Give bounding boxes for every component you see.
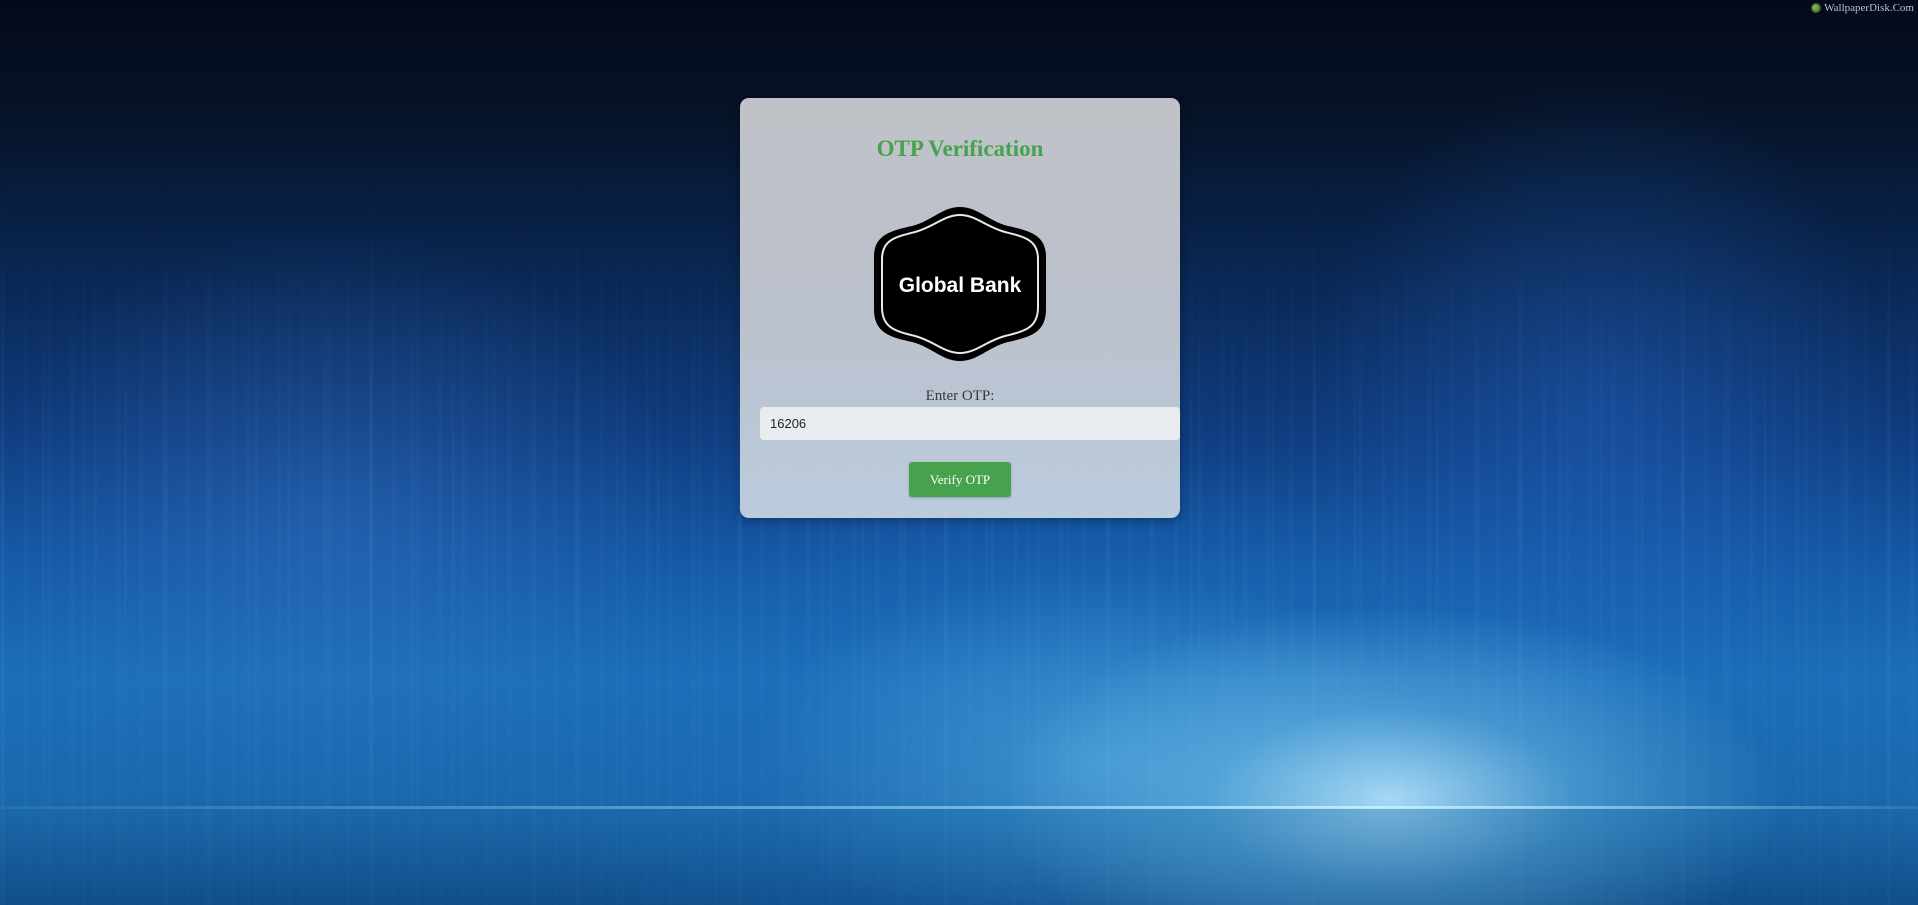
page-title: OTP Verification: [876, 136, 1044, 161]
wallpaperdisk-logo-icon: [1811, 3, 1822, 13]
background-floor: [0, 808, 1918, 905]
logo-text: Global Bank: [899, 274, 1022, 297]
watermark: WallpaperDisk.Com: [1811, 2, 1914, 14]
otp-label: Enter OTP:: [925, 388, 995, 404]
otp-verification-card: OTP Verification Global Bank Enter OTP: …: [740, 98, 1180, 518]
global-bank-logo: Global Bank: [870, 205, 1050, 363]
verify-otp-button[interactable]: Verify OTP: [909, 462, 1011, 497]
global-bank-badge-logo: Global Bank: [874, 207, 1046, 361]
otp-input[interactable]: [760, 407, 1180, 440]
background-horizon-line: [0, 806, 1918, 809]
page: { "watermark": { "text": "WallpaperDisk.…: [0, 0, 1918, 905]
watermark-text: WallpaperDisk.Com: [1824, 2, 1914, 14]
